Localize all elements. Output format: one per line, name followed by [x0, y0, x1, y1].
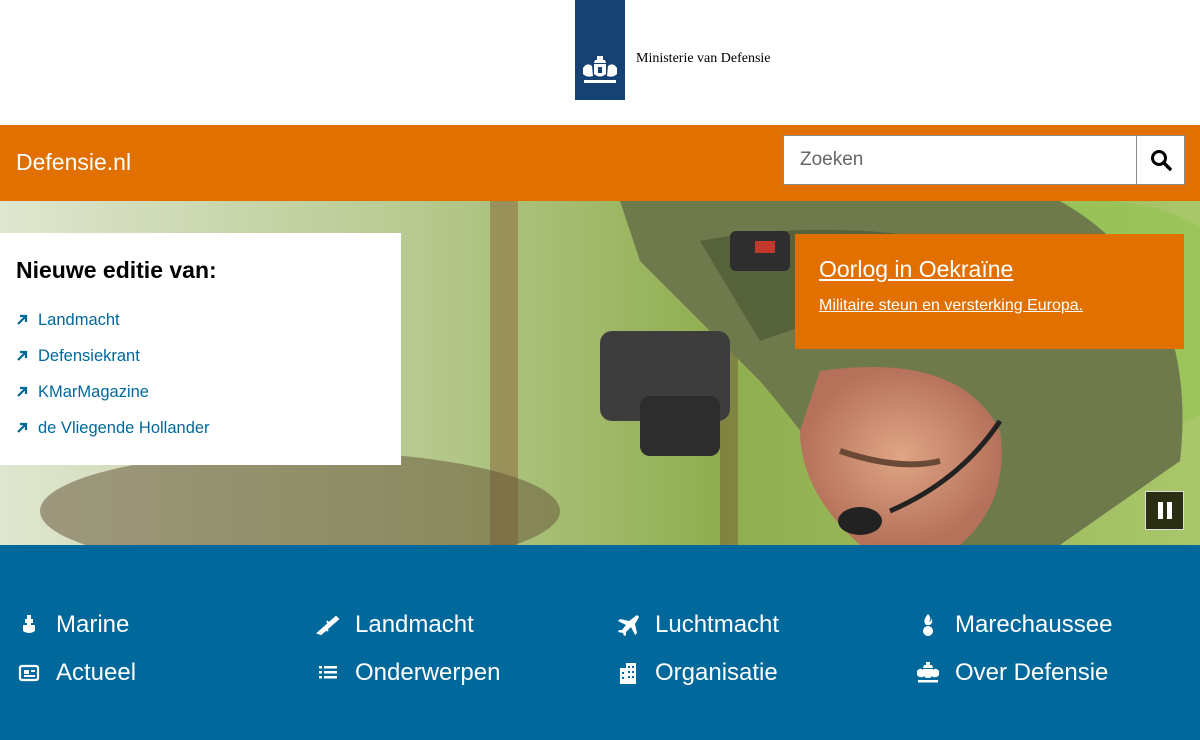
nav-item-label: Onderwerpen [355, 659, 501, 686]
nav-item-landmacht[interactable]: Landmacht [315, 611, 474, 639]
building-icon [620, 663, 636, 684]
carousel-pause-button[interactable] [1145, 491, 1184, 530]
promo-panel: Oorlog in Oekraïne Militaire steun en ve… [795, 234, 1184, 349]
top-header: Ministerie van Defensie [0, 0, 1200, 125]
site-title[interactable]: Defensie.nl [16, 149, 131, 176]
external-arrow-icon [17, 350, 28, 361]
news-icon [18, 664, 40, 682]
nav-item-label: Actueel [56, 659, 137, 686]
main-categories-nav: Marine Landmacht Luchtmacht Marechaussee… [0, 545, 1200, 740]
magazine-link-kmarmagazine[interactable]: KMarMagazine [16, 383, 149, 402]
promo-title-link[interactable]: Oorlog in Oekraïne [819, 256, 1160, 283]
list-icon [319, 666, 337, 679]
magazines-panel: Nieuwe editie van: Landmacht Defensiekra… [0, 233, 401, 465]
nav-item-marechaussee[interactable]: Marechaussee [915, 611, 1112, 639]
nav-item-label: Organisatie [655, 659, 778, 686]
external-arrow-icon [17, 422, 28, 433]
jet-icon [618, 615, 639, 636]
rijksoverheid-logo[interactable] [575, 0, 625, 100]
nav-item-label: Landmacht [355, 611, 474, 638]
crest-icon [917, 662, 939, 683]
magazine-link-label: de Vliegende Hollander [38, 418, 210, 437]
magazine-link-label: Landmacht [38, 310, 120, 329]
list-item: de Vliegende Hollander [16, 410, 385, 446]
magazine-link-defensiekrant[interactable]: Defensiekrant [16, 347, 140, 366]
nav-item-marine[interactable]: Marine [16, 611, 129, 639]
nav-item-actueel[interactable]: Actueel [16, 659, 136, 687]
marine-icon [23, 615, 35, 633]
external-arrow-icon [17, 314, 28, 325]
magazine-link-landmacht[interactable]: Landmacht [16, 311, 120, 330]
list-item: Landmacht [16, 302, 385, 338]
hero-banner: Nieuwe editie van: Landmacht Defensiekra… [0, 201, 1200, 545]
nav-item-label: Marechaussee [955, 611, 1113, 638]
rifle-icon [316, 615, 340, 636]
site-bar: Defensie.nl [0, 125, 1200, 201]
magazine-link-label: KMarMagazine [38, 382, 149, 401]
nav-item-luchtmacht[interactable]: Luchtmacht [615, 611, 779, 639]
search-button[interactable] [1136, 136, 1184, 184]
search-icon [1150, 150, 1172, 171]
list-item: Defensiekrant [16, 338, 385, 374]
nav-item-label: Over Defensie [955, 659, 1109, 686]
magazine-link-vliegende-hollander[interactable]: de Vliegende Hollander [16, 419, 210, 438]
coat-of-arms-icon [583, 56, 617, 83]
nav-item-over-defensie[interactable]: Over Defensie [915, 659, 1108, 687]
external-arrow-icon [17, 386, 28, 397]
nav-item-label: Marine [56, 611, 130, 638]
list-item: KMarMagazine [16, 374, 385, 410]
magazines-list: Landmacht Defensiekrant KMarMagazine de … [16, 302, 385, 446]
nav-item-onderwerpen[interactable]: Onderwerpen [315, 659, 500, 687]
ministry-name: Ministerie van Defensie [636, 51, 771, 66]
nav-item-organisatie[interactable]: Organisatie [615, 659, 778, 687]
search-input[interactable] [784, 136, 1136, 184]
promo-subtitle-link[interactable]: Militaire steun en versterking Europa. [819, 297, 1160, 315]
search-form [783, 135, 1185, 185]
flame-grenade-icon [923, 614, 933, 636]
pause-icon [1157, 502, 1163, 519]
magazines-title: Nieuwe editie van: [16, 257, 217, 283]
nav-item-label: Luchtmacht [655, 611, 780, 638]
magazine-link-label: Defensiekrant [38, 346, 140, 365]
